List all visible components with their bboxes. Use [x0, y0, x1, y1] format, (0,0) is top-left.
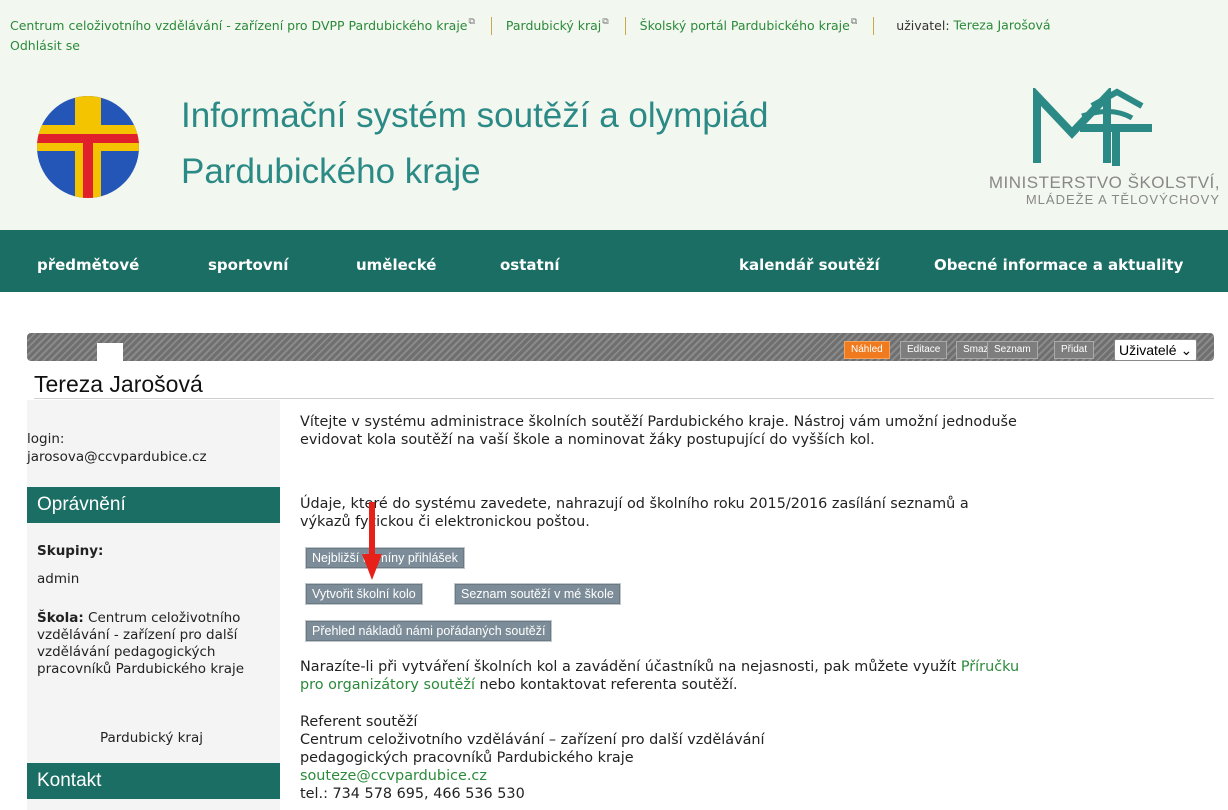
user-name-link[interactable]: Tereza Jarošová — [954, 18, 1051, 33]
external-link-icon: ⧉ — [850, 17, 858, 28]
page-title: Tereza Jarošová — [34, 371, 203, 397]
add-button[interactable]: Přidat — [1054, 341, 1095, 359]
nav-umelecke[interactable]: umělecké — [356, 256, 436, 274]
school-info: Škola: Centrum celoživotního vzdělávání … — [37, 610, 272, 678]
toolbar-blank — [97, 343, 123, 365]
deadlines-button[interactable]: Nejbližší termíny přihlášek — [305, 547, 465, 569]
list-button[interactable]: Seznam — [987, 341, 1038, 359]
external-link-icon: ⧉ — [602, 17, 609, 28]
top-bar: Centrum celoživotního vzdělávání - zaříz… — [0, 0, 1228, 66]
red-arrow-icon — [362, 502, 382, 580]
link-pardubicky-kraj[interactable]: Pardubický kraj⧉ — [505, 17, 609, 33]
login-value: jarosova@ccvpardubice.cz — [27, 449, 207, 465]
link-kraj-label: Pardubický kraj — [505, 17, 602, 33]
site-title-line2: Pardubického kraje — [181, 152, 481, 191]
site-header: Informační systém soutěží a olympiád Par… — [0, 66, 1228, 230]
referent-block: Referent soutěží Centrum celoživotního v… — [300, 713, 1020, 803]
help-text-after: nebo kontaktovat referenta soutěží. — [474, 677, 738, 693]
divider — [490, 17, 492, 35]
link-portal-label: Školský portál Pardubického kraje — [639, 17, 850, 33]
preview-button[interactable]: Náhled — [844, 341, 890, 359]
external-link-icon: ⧉ — [468, 17, 475, 28]
ministry-line1: MINISTERSTVO ŠKOLSTVÍ, — [988, 173, 1220, 192]
section-select-value: Uživatelé — [1119, 342, 1177, 358]
intro-text: Vítejte v systému administrace školních … — [300, 414, 1017, 448]
my-school-competitions-button[interactable]: Seznam soutěží v mé škole — [454, 583, 621, 605]
groups-value: admin — [37, 571, 80, 587]
user-label: uživatel: — [896, 17, 950, 33]
divider — [873, 17, 875, 35]
help-text-before: Narazíte-li při vytváření školních kol a… — [300, 659, 961, 675]
logout-link[interactable]: Odhlásit se — [10, 38, 80, 53]
site-title-line1: Informační systém soutěží a olympiád — [181, 96, 769, 135]
costs-overview-button[interactable]: Přehled nákladů námi pořádaných soutěží — [305, 620, 553, 642]
login-label: login: — [27, 431, 65, 447]
ministry-line2: MLÁDEŽE A TĚLOVÝCHOVY — [1025, 192, 1220, 207]
permissions-heading: Oprávnění — [27, 487, 280, 523]
msmt-text: MINISTERSTVO ŠKOLSTVÍ, MLÁDEŽE A TĚLOVÝC… — [989, 174, 1220, 208]
region-logo-icon[interactable] — [37, 96, 139, 198]
nav-predmetove[interactable]: předmětové — [37, 256, 139, 274]
create-school-round-button[interactable]: Vytvořit školní kolo — [305, 583, 423, 605]
link-ccv-label: Centrum celoživotního vzdělávání - zaříz… — [10, 17, 468, 33]
contact-heading: Kontakt — [27, 763, 280, 799]
referent-phone: tel.: 734 578 695, 466 536 530 — [300, 786, 525, 802]
help-text: Narazíte-li při vytváření školních kol a… — [300, 658, 1020, 694]
nav-kalendar[interactable]: kalendář soutěží — [739, 256, 880, 274]
msmt-logo-icon[interactable] — [1032, 88, 1162, 168]
link-ccv[interactable]: Centrum celoživotního vzdělávání - zaříz… — [10, 17, 475, 33]
info-text: Údaje, které do systému zavedete, nahraz… — [300, 496, 969, 530]
admin-toolbar: Náhled Editace Smazat Seznam Přidat Uživ… — [27, 333, 1214, 365]
school-label: Škola: — [37, 610, 84, 626]
chevron-down-icon: ⌄ — [1180, 342, 1193, 358]
title-rule — [34, 398, 1214, 399]
edit-button[interactable]: Editace — [900, 341, 948, 359]
link-skolsky-portal[interactable]: Školský portál Pardubického kraje⧉ — [639, 17, 858, 33]
nav-ostatni[interactable]: ostatní — [500, 256, 560, 274]
region-value: Pardubický kraj — [100, 730, 203, 746]
divider — [624, 17, 626, 35]
groups-label: Skupiny: — [37, 543, 104, 559]
nav-sportovni[interactable]: sportovní — [208, 256, 288, 274]
nav-obecne-informace[interactable]: Obecné informace a aktuality — [934, 256, 1183, 274]
section-select[interactable]: Uživatelé ⌄ — [1114, 339, 1198, 361]
referent-title: Referent soutěží — [300, 714, 418, 730]
top-links: Centrum celoživotního vzdělávání - zaříz… — [10, 17, 1051, 35]
referent-email-link[interactable]: souteze@ccvpardubice.cz — [300, 768, 487, 784]
referent-org: Centrum celoživotního vzdělávání – zaříz… — [300, 732, 765, 766]
main-nav: předmětové sportovní umělecké ostatní ka… — [0, 230, 1228, 292]
